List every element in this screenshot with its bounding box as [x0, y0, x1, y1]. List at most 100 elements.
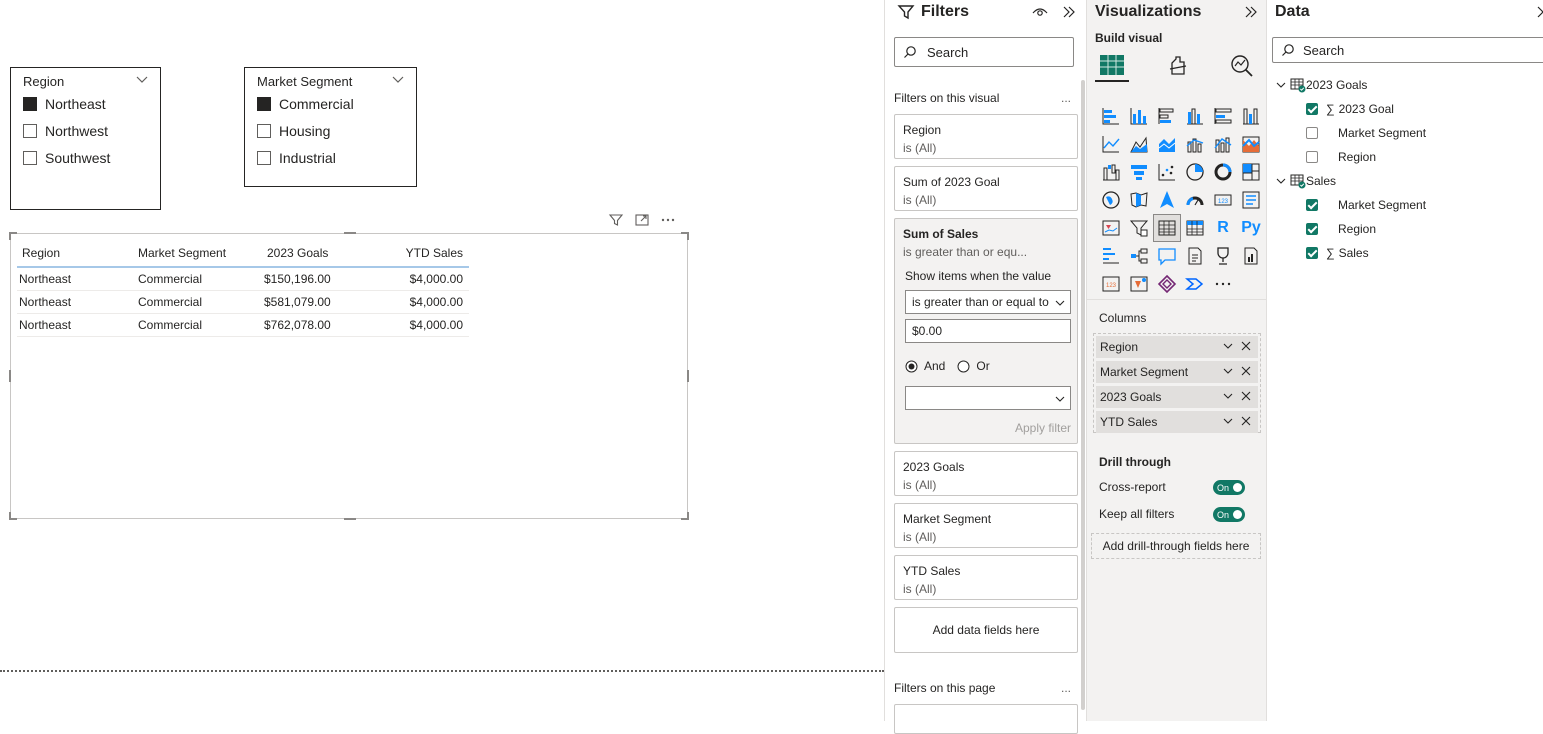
resize-handle[interactable] — [687, 232, 689, 240]
chevron-down-icon[interactable] — [391, 72, 405, 86]
resize-handle[interactable] — [687, 370, 689, 382]
close-icon[interactable] — [1240, 365, 1252, 377]
matrix-icon[interactable] — [1181, 214, 1209, 242]
stacked-bar-chart-icon[interactable] — [1097, 102, 1125, 130]
slicer-item-northeast[interactable]: Northeast — [23, 94, 106, 114]
resize-handle[interactable] — [344, 232, 356, 234]
checkbox[interactable] — [257, 97, 271, 111]
condition-dropdown[interactable]: is greater than or equal to — [905, 290, 1071, 314]
scrollbar[interactable] — [1081, 80, 1085, 710]
power-automate-icon[interactable] — [1125, 270, 1153, 298]
checkbox[interactable] — [257, 124, 271, 138]
more-options-icon[interactable]: ... — [1061, 681, 1071, 695]
slicer-item-housing[interactable]: Housing — [257, 121, 330, 141]
multi-row-card-icon[interactable] — [1237, 186, 1265, 214]
filter-card-region[interactable]: Region is (All) — [894, 114, 1078, 159]
100-stacked-bar-chart-icon[interactable] — [1209, 102, 1237, 130]
add-data-fields-drop-zone[interactable]: Add data fields here — [894, 607, 1078, 653]
filter-card-2023-goals[interactable]: 2023 Goals is (All) — [894, 451, 1078, 496]
more-options-icon[interactable]: ... — [1061, 91, 1071, 105]
map-icon[interactable] — [1097, 186, 1125, 214]
drill-through-drop-zone[interactable]: Add drill-through fields here — [1091, 533, 1261, 559]
close-icon[interactable] — [1240, 415, 1252, 427]
checkbox[interactable] — [257, 151, 271, 165]
value-input[interactable]: $0.00 — [905, 319, 1071, 343]
field-region[interactable]: Region — [1306, 218, 1376, 240]
column-pill-ytd-sales[interactable]: YTD Sales — [1096, 411, 1258, 433]
filter-card-market-segment[interactable]: Market Segment is (All) — [894, 503, 1078, 548]
funnel-chart-icon[interactable] — [1125, 158, 1153, 186]
table-icon[interactable] — [1153, 214, 1181, 242]
chevron-down-icon[interactable] — [1222, 365, 1234, 377]
close-icon[interactable] — [1240, 340, 1252, 352]
radio-or[interactable] — [957, 360, 970, 373]
checkbox[interactable] — [1306, 199, 1318, 211]
checkbox[interactable] — [23, 97, 37, 111]
line-stacked-column-chart-icon[interactable] — [1209, 130, 1237, 158]
resize-handle[interactable] — [9, 232, 11, 240]
filled-map-icon[interactable] — [1125, 186, 1153, 214]
area-chart-icon[interactable] — [1125, 130, 1153, 158]
resize-handle[interactable] — [344, 518, 356, 520]
build-visual-tab[interactable] — [1095, 50, 1129, 82]
resize-handle[interactable] — [9, 512, 11, 520]
checkbox[interactable] — [23, 124, 37, 138]
checkbox[interactable] — [1306, 103, 1318, 115]
column-pill-region[interactable]: Region — [1096, 336, 1258, 358]
power-automate-flow-icon[interactable] — [1181, 270, 1209, 298]
data-search-input[interactable]: Search — [1272, 37, 1543, 63]
checkbox[interactable] — [23, 151, 37, 165]
field-market-segment[interactable]: Market Segment — [1306, 194, 1426, 216]
apply-filter-button[interactable]: Apply filter — [1015, 419, 1071, 437]
eye-icon[interactable] — [1031, 4, 1049, 20]
key-influencers-icon[interactable] — [1097, 242, 1125, 270]
scatter-chart-icon[interactable] — [1153, 158, 1181, 186]
collapse-pane-icon[interactable] — [1061, 4, 1077, 20]
format-visual-icon[interactable] — [1166, 54, 1190, 78]
stacked-area-chart-icon[interactable] — [1153, 130, 1181, 158]
donut-chart-icon[interactable] — [1209, 158, 1237, 186]
filter-card-ytd-sales[interactable]: YTD Sales is (All) — [894, 555, 1078, 600]
checkbox[interactable] — [1306, 127, 1318, 139]
treemap-icon[interactable] — [1237, 158, 1265, 186]
slicer-item-southwest[interactable]: Southwest — [23, 148, 110, 168]
cross-report-toggle[interactable]: On — [1213, 480, 1245, 495]
chevron-down-icon[interactable] — [1222, 340, 1234, 352]
100-stacked-column-chart-icon[interactable] — [1237, 102, 1265, 130]
focus-mode-icon[interactable] — [634, 212, 650, 228]
filter-icon[interactable] — [608, 212, 624, 228]
slicer-item-industrial[interactable]: Industrial — [257, 148, 336, 168]
checkbox[interactable] — [1306, 223, 1318, 235]
python-visual-icon[interactable]: Py — [1237, 214, 1265, 242]
column-header[interactable]: 2023 Goals — [267, 246, 328, 260]
chevron-down-icon[interactable] — [1222, 390, 1234, 402]
radio-and[interactable] — [905, 360, 918, 373]
analytics-icon[interactable] — [1229, 53, 1255, 79]
field-2023-goal[interactable]: ∑ 2023 Goal — [1306, 98, 1394, 120]
line-chart-icon[interactable] — [1097, 130, 1125, 158]
pie-chart-icon[interactable] — [1181, 158, 1209, 186]
table-node-sales[interactable]: Sales — [1276, 170, 1336, 192]
filters-search-input[interactable]: Search — [894, 37, 1074, 67]
second-condition-dropdown[interactable] — [905, 386, 1071, 410]
waterfall-chart-icon[interactable] — [1097, 158, 1125, 186]
card-icon[interactable]: 123 — [1209, 186, 1237, 214]
close-icon[interactable] — [1240, 390, 1252, 402]
field-market-segment[interactable]: Market Segment — [1306, 122, 1426, 144]
chevron-down-icon[interactable] — [1222, 415, 1234, 427]
column-header[interactable]: Region — [22, 246, 60, 260]
decomposition-tree-icon[interactable] — [1125, 242, 1153, 270]
filter-card-sum-of-2023-goal[interactable]: Sum of 2023 Goal is (All) — [894, 166, 1078, 211]
more-visuals-icon[interactable] — [1209, 270, 1237, 298]
checkbox[interactable] — [1306, 151, 1318, 163]
chevron-down-icon[interactable] — [1276, 176, 1286, 186]
chevron-down-icon[interactable] — [1276, 80, 1286, 90]
keep-all-filters-toggle[interactable]: On — [1213, 507, 1245, 522]
clustered-bar-chart-icon[interactable] — [1153, 102, 1181, 130]
metrics-icon[interactable] — [1209, 242, 1237, 270]
field-region[interactable]: Region — [1306, 146, 1376, 168]
stacked-column-chart-icon[interactable] — [1125, 102, 1153, 130]
clustered-column-chart-icon[interactable] — [1181, 102, 1209, 130]
slicer-item-northwest[interactable]: Northwest — [23, 121, 108, 141]
power-apps-icon[interactable]: 123 — [1097, 270, 1125, 298]
